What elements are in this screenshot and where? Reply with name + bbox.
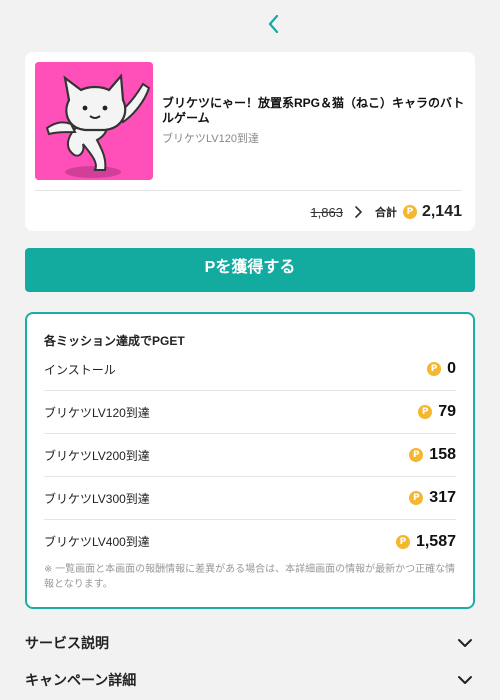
missions-title: 各ミッション達成でPGET	[44, 334, 185, 348]
mission-reward: P 158	[409, 446, 456, 464]
cat-character-image	[35, 62, 153, 180]
campaign-details-accordion[interactable]: キャンペーン詳細	[25, 668, 475, 692]
disclaimer-note: ※ 一覧画面と本画面の報酬情報に差異がある場合は、本詳細画面の情報が最新かつ正確…	[44, 564, 456, 590]
get-points-button[interactable]: Pを獲得する	[25, 248, 475, 292]
mission-row: インストール P 0	[44, 348, 456, 391]
app-title: ブリケツにゃー！放置系RPG＆猫（ねこ）キャラのバトルゲーム	[162, 96, 465, 125]
point-coin-icon: P	[402, 205, 417, 219]
point-coin-icon: P	[409, 448, 424, 462]
app-card[interactable]: ブリケツにゃー！放置系RPG＆猫（ねこ）キャラのバトルゲーム ブリケツLV120…	[25, 52, 475, 231]
mission-value: 158	[429, 446, 456, 463]
accordion-label: サービス説明	[25, 635, 109, 651]
mission-value: 1,587	[415, 532, 456, 550]
mission-label: ブリケツLV400到達	[44, 535, 150, 549]
chevron-left-icon	[268, 14, 279, 34]
old-price: 1,863	[310, 204, 343, 220]
point-coin-icon: P	[409, 491, 424, 505]
mission-label: インストール	[44, 362, 116, 377]
service-description-accordion[interactable]: サービス説明	[25, 631, 475, 655]
mission-reward: P 79	[418, 403, 456, 421]
mission-reward: P 0	[427, 360, 456, 378]
mission-row: ブリケツLV120到達 P 79	[44, 391, 456, 434]
mission-reward: P 317	[409, 489, 456, 507]
chevron-right-icon	[355, 206, 362, 218]
chevron-down-icon	[458, 676, 472, 684]
total-label: 合計	[374, 207, 397, 219]
point-coin-icon: P	[418, 405, 433, 419]
mission-reward: P 1,587	[395, 532, 456, 551]
accordion-label: キャンペーン詳細	[25, 672, 137, 688]
mission-label: ブリケツLV200到達	[44, 448, 150, 463]
mission-label: ブリケツLV300到達	[44, 491, 150, 506]
missions-panel: 各ミッション達成でPGET インストール P 0 ブリケツLV120到達 P 7…	[25, 312, 475, 609]
point-coin-icon: P	[395, 534, 410, 549]
mission-row: ブリケツLV200到達 P 158	[44, 434, 456, 477]
mission-row: ブリケツLV400到達 P 1,587	[44, 520, 456, 563]
mission-value: 0	[447, 360, 456, 377]
mission-value: 317	[429, 489, 456, 506]
mission-value: 79	[438, 403, 456, 420]
divider	[35, 190, 462, 191]
app-thumbnail	[35, 62, 153, 180]
price-summary: 1,863 合計 P 2,141	[310, 200, 462, 224]
back-button[interactable]	[262, 12, 286, 36]
mission-label: ブリケツLV120到達	[44, 405, 150, 420]
mission-row: ブリケツLV300到達 P 317	[44, 477, 456, 520]
point-coin-icon: P	[427, 362, 442, 376]
app-subtitle: ブリケツLV120到達	[162, 133, 259, 145]
chevron-down-icon	[458, 639, 472, 647]
total-value: 2,141	[421, 203, 462, 220]
